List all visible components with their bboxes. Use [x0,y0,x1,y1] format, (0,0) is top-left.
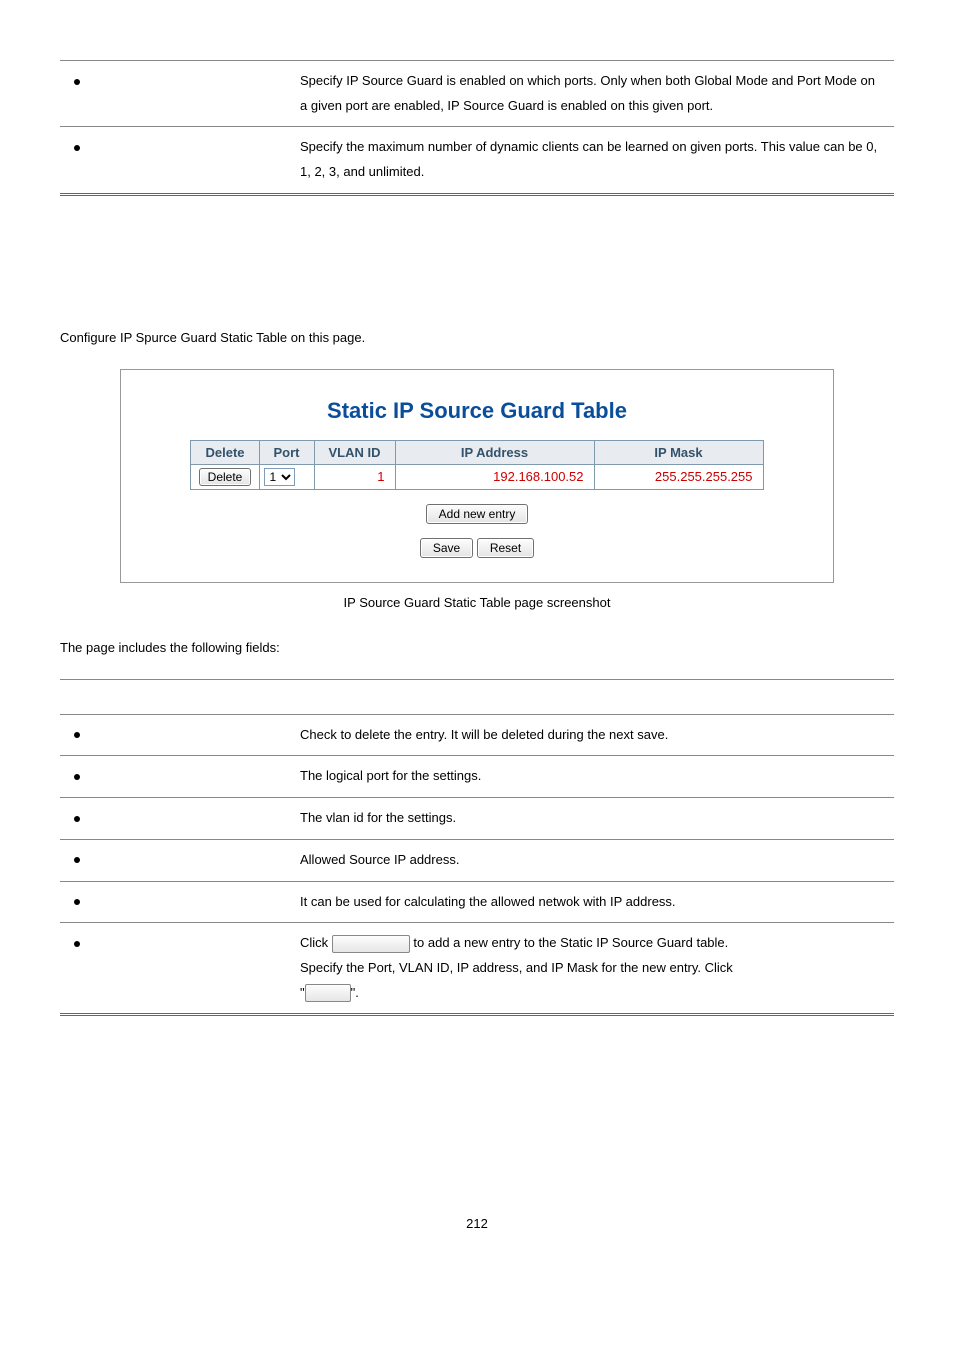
text-quote-close: ". [351,985,359,1000]
vlan-desc: The vlan id for the settings. [290,798,894,840]
bullet-icon [74,774,80,780]
figure-caption: IP Source Guard Static Table page screen… [60,595,894,610]
bullet-icon [74,145,80,151]
table-row: Delete 1 1 192.168.100.52 255.255.255.25… [191,464,763,489]
add-new-entry-button[interactable]: Add new entry [426,504,529,524]
port-desc: The logical port for the settings. [290,756,894,798]
bullet-icon [74,732,80,738]
col-port: Port [259,440,314,464]
bullet-icon [74,79,80,85]
text-click: Click [300,935,328,950]
page-number: 212 [60,1216,894,1231]
delete-desc: Check to delete the entry. It will be de… [290,714,894,756]
inline-add-button[interactable] [332,935,410,953]
port-select[interactable]: 1 [264,468,295,486]
config-paragraph: Configure IP Spurce Guard Static Table o… [60,330,894,345]
delete-button[interactable]: Delete [199,468,252,486]
port-mode-table: Specify IP Source Guard is enabled on wh… [60,60,894,196]
ip-value: 192.168.100.52 [395,464,594,489]
bullet-icon [74,857,80,863]
bullet-icon [74,941,80,947]
col-vlan: VLAN ID [314,440,395,464]
fields-table: Check to delete the entry. It will be de… [60,679,894,1017]
port-mode-desc: Specify IP Source Guard is enabled on wh… [290,61,894,127]
col-ip: IP Address [395,440,594,464]
static-ip-guard-table: Delete Port VLAN ID IP Address IP Mask D… [190,440,763,490]
add-entry-desc: Click to add a new entry to the Static I… [290,923,894,1015]
col-delete: Delete [191,440,259,464]
col-mask: IP Mask [594,440,763,464]
max-clients-desc: Specify the maximum number of dynamic cl… [290,127,894,194]
vlan-value: 1 [314,464,395,489]
ip-desc: Allowed Source IP address. [290,839,894,881]
inline-save-button[interactable] [305,984,351,1002]
static-table-figure: Static IP Source Guard Table Delete Port… [120,369,834,583]
fields-intro: The page includes the following fields: [60,640,894,655]
mask-value: 255.255.255.255 [594,464,763,489]
reset-button[interactable]: Reset [477,538,534,558]
figure-title: Static IP Source Guard Table [151,398,803,424]
text-quote-open: " [300,985,305,1000]
bullet-icon [74,899,80,905]
mask-desc: It can be used for calculating the allow… [290,881,894,923]
text-tail: to add a new entry to the Static IP Sour… [413,935,728,950]
bullet-icon [74,816,80,822]
text-line2a: Specify the Port, VLAN ID, IP address, a… [300,960,733,975]
save-button[interactable]: Save [420,538,473,558]
